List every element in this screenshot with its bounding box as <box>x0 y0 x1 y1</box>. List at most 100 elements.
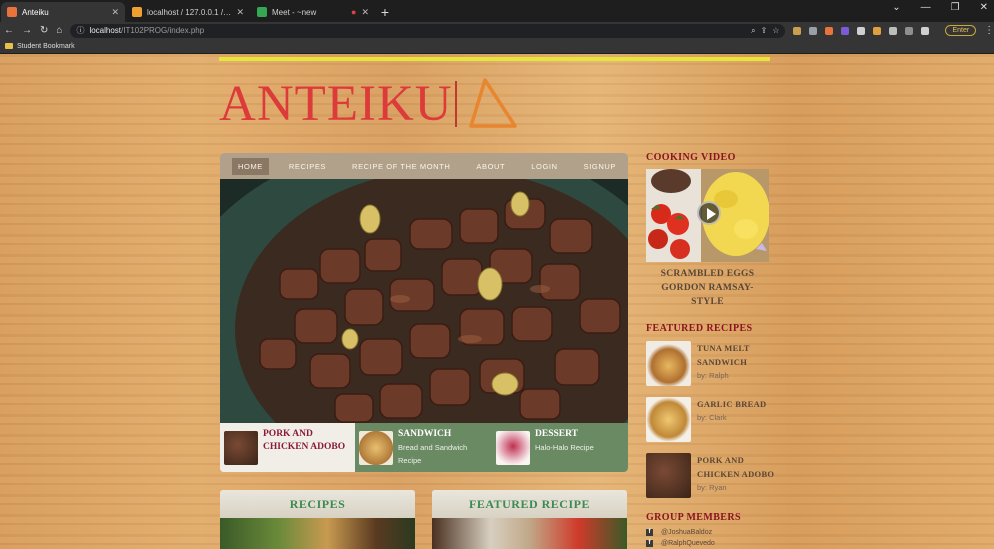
nav-signup[interactable]: SIGNUP <box>578 158 622 175</box>
tab-anteiku[interactable]: Anteiku ✕ <box>1 2 125 22</box>
featured-title: PORK AND CHICKEN ADOBO <box>697 455 775 479</box>
nav-recipes[interactable]: RECIPES <box>283 158 332 175</box>
share-icon[interactable]: ⇪ <box>761 26 768 35</box>
phpmyadmin-favicon-icon <box>132 7 142 17</box>
video-caption[interactable]: SCRAMBLED EGGS GORDON RAMSAY-STYLE <box>646 267 769 309</box>
card-subtitle: Halo-Halo Recipe <box>535 443 594 452</box>
featured-recipes-heading: FEATURED RECIPES <box>646 323 753 334</box>
featured-title: TUNA MELT SANDWICH <box>697 343 750 367</box>
play-icon[interactable] <box>697 201 721 225</box>
recipes-panel[interactable]: RECIPES <box>220 490 415 549</box>
card-title: PORK AND CHICKEN ADOBO <box>263 429 346 452</box>
page-viewport: ANTEIKU HOME RECIPES RECIPE OF THE MONTH… <box>0 54 994 549</box>
site-logo[interactable]: ANTEIKU <box>219 76 519 132</box>
back-icon[interactable]: ← <box>4 25 14 36</box>
nav-login[interactable]: LOGIN <box>525 158 563 175</box>
sidebar: COOKING VIDEO SCRAMBLED EGGS GORDON RAMS… <box>646 152 776 549</box>
meet-favicon-icon <box>257 7 267 17</box>
card-dessert[interactable]: DESSERT Halo-Halo Recipe <box>492 423 628 472</box>
member-item[interactable]: f @RalphQuevedo <box>646 538 776 549</box>
sandwich-thumbnail <box>359 431 393 465</box>
reload-icon[interactable]: ↻ <box>40 25 48 36</box>
close-tab-icon[interactable]: ✕ <box>361 7 369 18</box>
browser-toolbar: ← → ↻ ⌂ ⓘ localhost/IT102PROG/index.php … <box>0 22 994 39</box>
window-controls: ⌄ — ❐ ✕ <box>892 2 988 13</box>
extension-icon[interactable] <box>793 26 802 35</box>
enter-button[interactable]: Enter <box>945 25 977 36</box>
tab-search-icon[interactable]: ⌄ <box>892 2 900 13</box>
panel-heading: FEATURED RECIPE <box>432 490 627 518</box>
forward-icon[interactable]: → <box>22 25 32 36</box>
recipes-panel-image <box>220 518 415 549</box>
cast-icon[interactable] <box>905 26 914 35</box>
tab-title: Anteiku <box>22 7 49 17</box>
maximize-icon[interactable]: ❐ <box>951 2 960 13</box>
member-handle: @JoshuaBaldoz <box>661 529 713 536</box>
category-cards: PORK AND CHICKEN ADOBO SANDWICH Bread an… <box>220 423 628 472</box>
adobo-thumbnail <box>224 431 258 465</box>
featured-recipe-item[interactable]: PORK AND CHICKEN ADOBO by: Ryan <box>646 453 776 502</box>
featured-author: by: Ryan <box>697 483 727 492</box>
card-subtitle: Bread and Sandwich Recipe <box>398 443 468 465</box>
bookmark-star-icon[interactable]: ☆ <box>772 26 779 35</box>
recording-dot-icon: ● <box>351 7 357 17</box>
featured-title: GARLIC BREAD <box>697 399 767 409</box>
garlic-bread-thumbnail <box>646 397 691 442</box>
close-tab-icon[interactable]: ✕ <box>111 7 119 18</box>
dessert-thumbnail <box>496 431 530 465</box>
home-icon[interactable]: ⌂ <box>56 25 62 36</box>
featured-recipe-item[interactable]: TUNA MELT SANDWICH by: Ralph <box>646 341 776 390</box>
hero-adobo-image <box>220 179 628 423</box>
menu-kebab-icon[interactable]: ⋮ <box>984 25 994 36</box>
top-accent-line <box>219 57 770 61</box>
card-sandwich[interactable]: SANDWICH Bread and Sandwich Recipe <box>355 423 492 472</box>
tab-title: Meet - ~new <box>272 7 317 17</box>
featured-author: by: Ralph <box>697 371 729 380</box>
zoom-icon[interactable]: ⌕ <box>751 26 755 36</box>
member-handle: @RalphQuevedo <box>661 540 715 547</box>
card-title: DESSERT <box>535 429 578 439</box>
extension-icon[interactable] <box>825 26 834 35</box>
group-members-heading: GROUP MEMBERS <box>646 512 741 523</box>
bookmark-student[interactable]: Student Bookmark <box>17 43 75 50</box>
card-adobo[interactable]: PORK AND CHICKEN ADOBO <box>220 423 355 472</box>
nav-about[interactable]: ABOUT <box>470 158 511 175</box>
minimize-icon[interactable]: — <box>921 2 931 13</box>
nav-home[interactable]: HOME <box>232 157 269 175</box>
panel-heading: RECIPES <box>220 490 415 518</box>
facebook-icon: f <box>646 529 653 536</box>
address-bar[interactable]: ⓘ localhost/IT102PROG/index.php ⌕ ⇪ ☆ <box>70 23 786 38</box>
featured-author: by: Clark <box>697 413 727 422</box>
adobo-thumbnail <box>646 453 691 498</box>
logo-text: ANTEIKU <box>219 75 453 132</box>
extension-icon[interactable] <box>873 26 882 35</box>
logo-divider <box>454 81 457 127</box>
folder-icon <box>5 43 13 49</box>
tab-phpmyadmin[interactable]: localhost / 127.0.0.1 / aquino_co ✕ <box>126 2 250 22</box>
extension-icon[interactable] <box>841 26 850 35</box>
cooking-video-thumbnail[interactable] <box>646 169 769 262</box>
site-info-icon[interactable]: ⓘ <box>76 25 84 36</box>
close-tab-icon[interactable]: ✕ <box>236 7 244 18</box>
main-nav: HOME RECIPES RECIPE OF THE MONTH ABOUT L… <box>220 153 628 179</box>
extension-icon[interactable] <box>857 26 866 35</box>
anteiku-favicon-icon <box>7 7 17 17</box>
bookmarks-bar: Student Bookmark <box>0 39 994 54</box>
facebook-icon: f <box>646 540 653 547</box>
nav-recipe-of-the-month[interactable]: RECIPE OF THE MONTH <box>346 158 456 175</box>
side-panel-icon[interactable] <box>921 26 930 35</box>
new-tab-button[interactable]: + <box>375 2 395 22</box>
member-item[interactable]: f @JoshuaBaldoz <box>646 527 776 538</box>
tab-strip: Anteiku ✕ localhost / 127.0.0.1 / aquino… <box>0 0 994 22</box>
url-host: localhost <box>89 26 122 35</box>
tab-meet[interactable]: Meet - ~new ● ✕ <box>251 2 375 22</box>
triangle-logo-icon <box>468 78 517 128</box>
extensions-puzzle-icon[interactable] <box>889 26 898 35</box>
featured-recipe-panel[interactable]: FEATURED RECIPE <box>432 490 627 549</box>
cooking-video-heading: COOKING VIDEO <box>646 152 736 163</box>
close-window-icon[interactable]: ✕ <box>980 2 988 13</box>
tab-title: localhost / 127.0.0.1 / aquino_co <box>147 7 231 17</box>
extension-icon[interactable] <box>809 26 818 35</box>
url-path: /IT102PROG/index.php <box>121 26 205 35</box>
featured-recipe-item[interactable]: GARLIC BREAD by: Clark <box>646 397 776 446</box>
